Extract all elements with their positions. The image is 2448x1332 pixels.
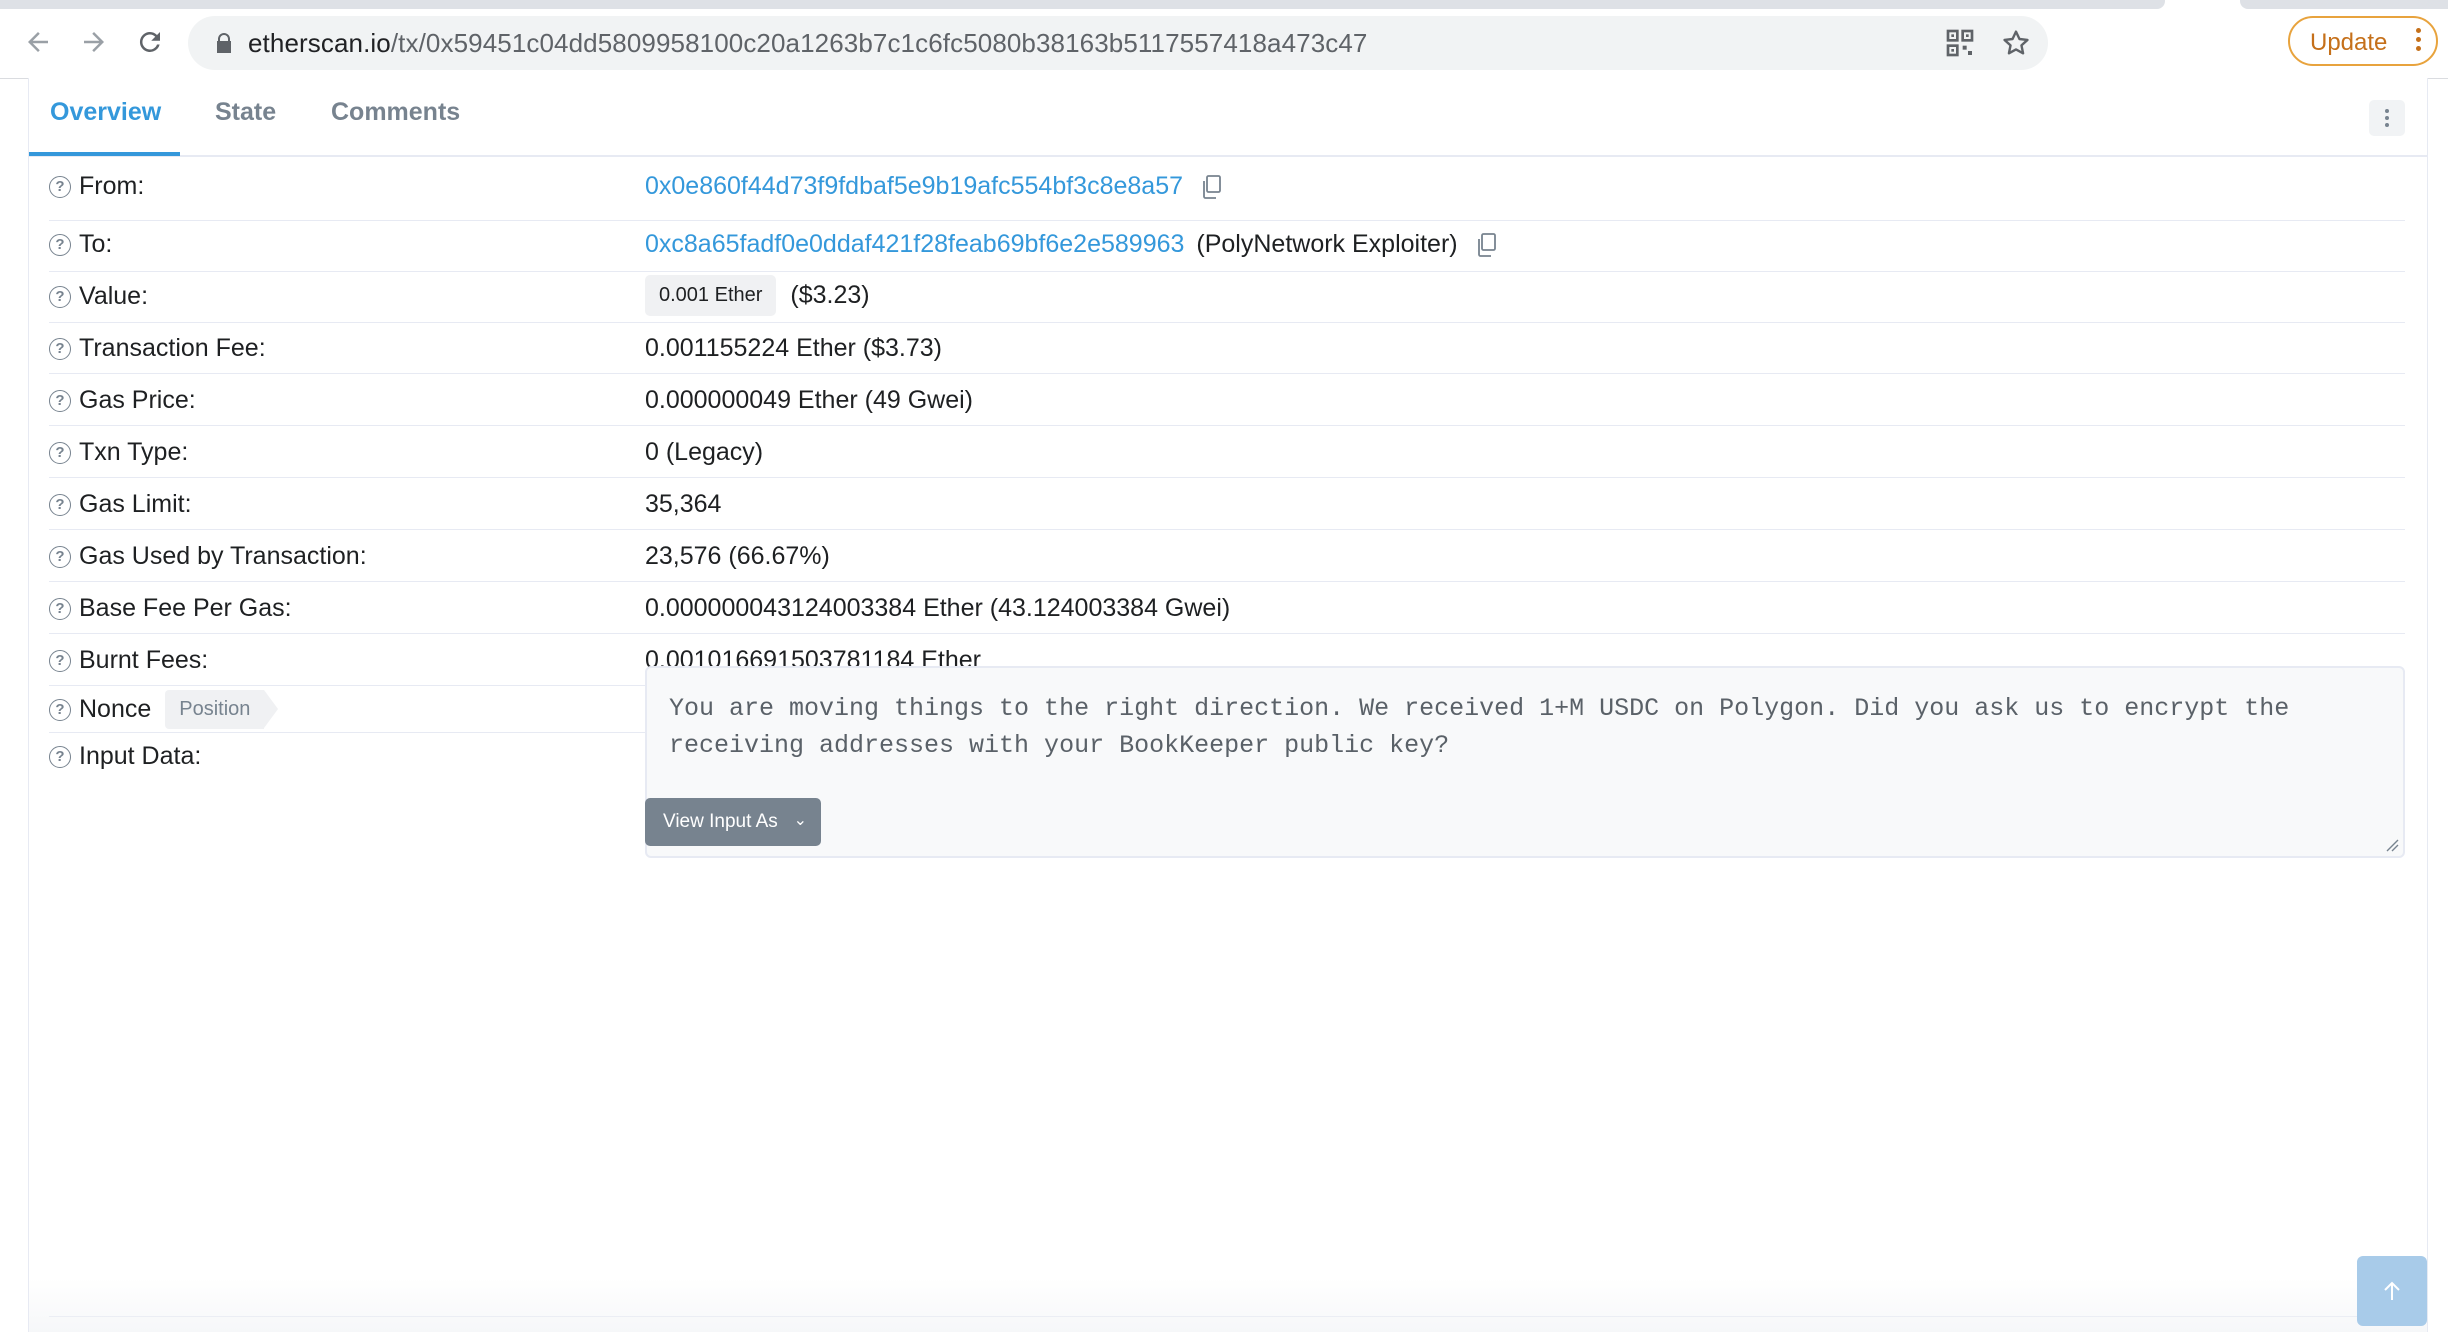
- chevron-down-icon: ⌄: [793, 812, 807, 829]
- txn-type-value: 0 (Legacy): [645, 438, 764, 466]
- row-value: ? Value: 0.001 Ether ($3.23): [49, 271, 2405, 323]
- gas-limit-value: 35,364: [645, 490, 722, 518]
- copy-icon[interactable]: [1201, 174, 1223, 200]
- base-fee-value: 0.000000043124003384 Ether (43.124003384…: [645, 594, 1231, 622]
- fee-label: ? Transaction Fee:: [49, 334, 266, 363]
- base-fee-label: ? Base Fee Per Gas:: [49, 594, 292, 623]
- view-input-label: View Input As: [663, 811, 778, 832]
- tab-bar: Overview State Comments: [29, 78, 2427, 157]
- row-gas-limit: ? Gas Limit: 35,364: [49, 477, 2405, 530]
- gas-used-value: 23,576 (66.67%): [645, 542, 830, 570]
- input-data-label: ? Input Data:: [49, 742, 201, 771]
- tab-state[interactable]: State: [215, 98, 276, 127]
- tab-overview[interactable]: Overview: [50, 98, 161, 127]
- help-icon[interactable]: ?: [49, 441, 71, 464]
- back-icon[interactable]: [18, 22, 58, 62]
- arrow-up-icon: [2384, 1281, 2400, 1300]
- to-label: ? To:: [49, 230, 112, 259]
- qr-icon[interactable]: [1944, 27, 1976, 59]
- scroll-to-top-button[interactable]: [2357, 1256, 2427, 1326]
- value-label: ? Value:: [49, 282, 148, 311]
- to-address-tag: (PolyNetwork Exploiter): [1196, 230, 1458, 258]
- fee-value: 0.001155224 Ether ($3.73): [645, 334, 942, 362]
- help-icon[interactable]: ?: [49, 745, 71, 768]
- gas-price-label: ? Gas Price:: [49, 386, 196, 415]
- tab-strip: [0, 0, 2165, 9]
- tab-strip-right: [2240, 0, 2448, 9]
- nonce-label: ? Nonce Position: [49, 690, 279, 729]
- input-data-textarea[interactable]: You are moving things to the right direc…: [645, 666, 2405, 858]
- value-usd: ($3.23): [790, 281, 870, 309]
- gas-limit-label: ? Gas Limit:: [49, 490, 192, 519]
- input-data-text[interactable]: You are moving things to the right direc…: [669, 690, 2363, 764]
- view-input-as-button[interactable]: View Input As ⌄: [645, 798, 821, 846]
- forward-icon[interactable]: [74, 22, 114, 62]
- transaction-card: Overview State Comments ? From: 0x0e860f4…: [28, 78, 2428, 1332]
- help-icon[interactable]: ?: [49, 175, 71, 198]
- row-to: ? To: 0xc8a65fadf0e0ddaf421f28feab69bf6e2…: [49, 220, 2405, 272]
- burnt-fees-label: ? Burnt Fees:: [49, 646, 208, 675]
- gas-price-value: 0.000000049 Ether (49 Gwei): [645, 386, 973, 414]
- tab-comments[interactable]: Comments: [331, 98, 460, 127]
- browser-toolbar: etherscan.io/tx/0x59451c04dd5809958100c2…: [0, 0, 2448, 79]
- from-address-link[interactable]: 0x0e860f44d73f9fdbaf5e9b19afc554bf3c8e8a…: [645, 172, 1183, 201]
- row-from: ? From: 0x0e860f44d73f9fdbaf5e9b19afc554b…: [49, 156, 2405, 221]
- reload-icon[interactable]: [130, 22, 170, 62]
- help-icon[interactable]: ?: [49, 545, 71, 568]
- url-text[interactable]: etherscan.io/tx/0x59451c04dd5809958100c2…: [248, 28, 1368, 59]
- update-button[interactable]: Update: [2288, 16, 2438, 66]
- resize-grip-icon[interactable]: [2385, 838, 2399, 852]
- row-txn-type: ? Txn Type: 0 (Legacy): [49, 425, 2405, 478]
- value-badge: 0.001 Ether: [645, 275, 777, 316]
- row-transaction-fee: ? Transaction Fee: 0.001155224 Ether ($3.…: [49, 322, 2405, 374]
- position-badge: Position: [165, 690, 279, 729]
- to-address-link[interactable]: 0xc8a65fadf0e0ddaf421f28feab69bf6e2e5899…: [645, 230, 1184, 259]
- help-icon[interactable]: ?: [49, 389, 71, 412]
- row-gas-used: ? Gas Used by Transaction: 23,576 (66.67%…: [49, 529, 2405, 582]
- help-icon[interactable]: ?: [49, 337, 71, 360]
- help-icon[interactable]: ?: [49, 698, 71, 721]
- help-icon[interactable]: ?: [49, 597, 71, 620]
- update-label: Update: [2310, 29, 2388, 56]
- menu-dots-icon[interactable]: [2416, 28, 2422, 55]
- help-icon[interactable]: ?: [49, 493, 71, 516]
- copy-icon[interactable]: [1476, 232, 1498, 258]
- more-options-button[interactable]: [2369, 100, 2405, 136]
- star-icon[interactable]: [2000, 27, 2032, 59]
- address-bar[interactable]: etherscan.io/tx/0x59451c04dd5809958100c2…: [188, 16, 2048, 70]
- help-icon[interactable]: ?: [49, 649, 71, 672]
- txn-type-label: ? Txn Type:: [49, 438, 188, 467]
- help-icon[interactable]: ?: [49, 285, 71, 308]
- from-label: ? From:: [49, 172, 144, 201]
- gas-used-label: ? Gas Used by Transaction:: [49, 542, 367, 571]
- row-gas-price: ? Gas Price: 0.000000049 Ether (49 Gwei): [49, 373, 2405, 426]
- lock-icon[interactable]: [212, 31, 236, 55]
- help-icon[interactable]: ?: [49, 233, 71, 256]
- bottom-fade: [29, 1278, 2427, 1332]
- row-base-fee: ? Base Fee Per Gas: 0.000000043124003384 …: [49, 581, 2405, 634]
